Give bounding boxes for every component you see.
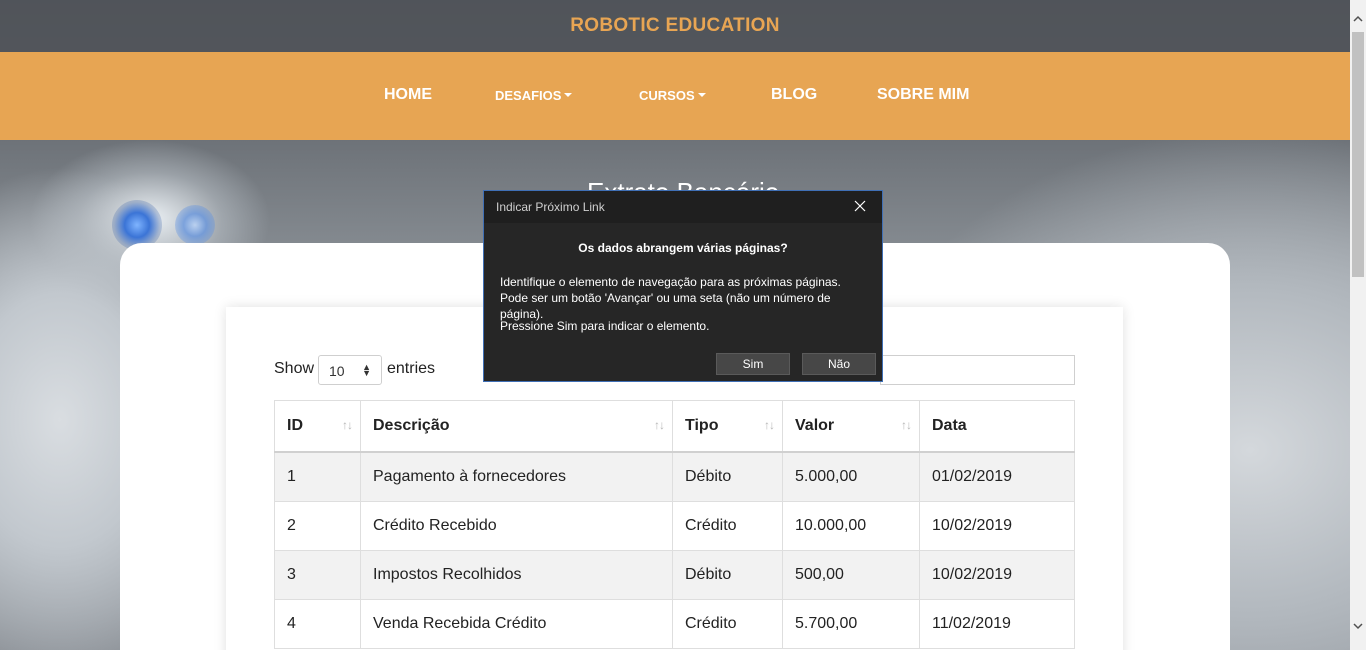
column-header-tipo[interactable]: Tipo ↑↓ <box>672 400 783 453</box>
entries-per-page-select[interactable]: 10 ▲ ▼ <box>318 355 382 385</box>
nav-sobre-mim-link[interactable]: SOBRE MIM <box>877 86 969 104</box>
entries-label: entries <box>387 360 436 377</box>
cell-data: 11/02/2019 <box>919 599 1075 649</box>
cell-valor: 5.000,00 <box>782 451 920 502</box>
cell-id: 2 <box>274 501 361 551</box>
cell-descricao: Impostos Recolhidos <box>360 550 673 600</box>
table-header-row: ID ↑↓ Descrição ↑↓ Tipo ↑↓ Valor ↑↓ Data <box>274 400 1075 453</box>
cell-tipo: Crédito <box>672 599 783 649</box>
yes-button[interactable]: Sim <box>716 353 790 375</box>
cell-tipo: Débito <box>672 451 783 502</box>
cell-id: 4 <box>274 599 361 649</box>
cell-descricao: Pagamento à fornecedores <box>360 451 673 502</box>
cell-data: 10/02/2019 <box>919 550 1075 600</box>
column-header-valor[interactable]: Valor ↑↓ <box>782 400 920 453</box>
dialog-titlebar: Indicar Próximo Link <box>484 191 882 223</box>
main-navigation: HOME DESAFIOS CURSOS BLOG SOBRE MIM <box>0 52 1350 140</box>
caret-down-icon <box>697 92 706 97</box>
nav-desafios-label: DESAFIOS <box>495 88 562 103</box>
cell-valor: 500,00 <box>782 550 920 600</box>
cell-descricao: Venda Recebida Crédito <box>360 599 673 649</box>
nav-home-link[interactable]: HOME <box>384 86 432 104</box>
caret-down-icon <box>564 92 573 97</box>
cell-valor: 10.000,00 <box>782 501 920 551</box>
cell-valor: 5.700,00 <box>782 599 920 649</box>
column-header-id[interactable]: ID ↑↓ <box>274 400 361 453</box>
table-row: 1 Pagamento à fornecedores Débito 5.000,… <box>274 451 1075 502</box>
table-row: 2 Crédito Recebido Crédito 10.000,00 10/… <box>274 501 1075 551</box>
site-title[interactable]: ROBOTIC EDUCATION <box>570 15 780 37</box>
entries-select-value: 10 <box>329 363 345 379</box>
nav-cursos-dropdown[interactable]: CURSOS <box>639 88 706 103</box>
cell-tipo: Crédito <box>672 501 783 551</box>
sort-arrows-icon: ↑↓ <box>654 418 665 432</box>
dialog-heading: Os dados abrangem várias páginas? <box>578 241 788 255</box>
column-header-descricao[interactable]: Descrição ↑↓ <box>360 400 673 453</box>
cell-tipo: Débito <box>672 550 783 600</box>
next-link-dialog: Indicar Próximo Link Os dados abrangem v… <box>483 190 883 382</box>
column-header-data[interactable]: Data <box>919 400 1075 453</box>
cell-descricao: Crédito Recebido <box>360 501 673 551</box>
nav-blog-link[interactable]: BLOG <box>771 86 817 104</box>
close-icon[interactable] <box>850 196 870 216</box>
cell-id: 1 <box>274 451 361 502</box>
robot-eye-glow <box>175 205 215 245</box>
no-button[interactable]: Não <box>802 353 876 375</box>
transactions-table: ID ↑↓ Descrição ↑↓ Tipo ↑↓ Valor ↑↓ Data 1 P… <box>274 400 1075 649</box>
vertical-scrollbar[interactable] <box>1350 0 1366 650</box>
dialog-body-text: Identifique o elemento de navegação para… <box>500 275 841 321</box>
nav-desafios-dropdown[interactable]: DESAFIOS <box>495 88 573 103</box>
show-label: Show <box>274 360 315 377</box>
search-input[interactable] <box>880 355 1075 385</box>
select-arrows-icon: ▲ ▼ <box>362 362 371 378</box>
chevron-down-icon[interactable] <box>1350 620 1366 636</box>
table-row: 4 Venda Recebida Crédito Crédito 5.700,0… <box>274 599 1075 649</box>
dialog-title: Indicar Próximo Link <box>496 200 605 214</box>
dialog-note-text: Pressione Sim para indicar o elemento. <box>500 319 710 333</box>
sort-arrows-icon: ↑↓ <box>901 418 912 432</box>
cell-id: 3 <box>274 550 361 600</box>
scrollbar-thumb[interactable] <box>1352 32 1364 277</box>
chevron-up-icon[interactable] <box>1350 13 1366 29</box>
nav-cursos-label: CURSOS <box>639 88 695 103</box>
sort-arrows-icon: ↑↓ <box>342 418 353 432</box>
cell-data: 10/02/2019 <box>919 501 1075 551</box>
sort-arrows-icon: ↑↓ <box>764 418 775 432</box>
top-bar: ROBOTIC EDUCATION <box>0 0 1350 52</box>
cell-data: 01/02/2019 <box>919 451 1075 502</box>
table-row: 3 Impostos Recolhidos Débito 500,00 10/0… <box>274 550 1075 600</box>
